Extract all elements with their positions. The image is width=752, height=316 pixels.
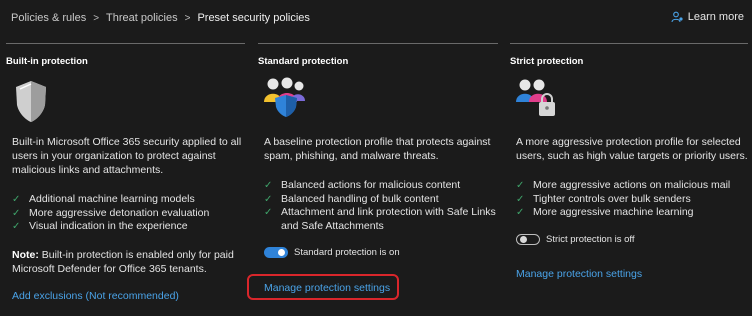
list-item: ✓ Visual indication in the experience	[12, 220, 188, 232]
card-title: Standard protection	[258, 56, 349, 67]
card-title: Built-in protection	[6, 56, 88, 67]
checkmark-icon: ✓	[516, 207, 525, 218]
learn-more-link[interactable]: Learn more	[671, 11, 744, 23]
breadcrumb-preset-security-policies: Preset security policies	[197, 12, 310, 24]
users-lock-icon	[516, 79, 555, 116]
list-item: ✓ Balanced handling of bulk content	[264, 192, 439, 205]
list-item: ✓ Attachment and link protection with Saf…	[264, 206, 496, 232]
breadcrumb-policies-rules[interactable]: Policies & rules	[11, 12, 86, 24]
toggle-label: Strict protection is off	[546, 234, 635, 245]
note-label: Note:	[12, 249, 39, 261]
standard-description: A baseline protection profile that prote…	[264, 136, 491, 162]
checkmark-icon: ✓	[264, 193, 273, 205]
standard-protection-card: Standard protection	[258, 43, 498, 67]
shield-icon	[16, 81, 46, 122]
built-in-description: Built-in Microsoft Office 365 security a…	[12, 136, 242, 176]
divider	[258, 43, 498, 44]
list-item: ✓ More aggressive machine learning	[516, 206, 694, 218]
checkmark-icon: ✓	[264, 180, 273, 191]
built-in-protection-card: Built-in protection	[6, 43, 245, 67]
list-item: ✓ Additional machine learning models	[12, 193, 195, 205]
toggle-knob	[278, 249, 285, 256]
checkmark-icon: ✓	[12, 221, 21, 232]
breadcrumb: Policies & rules > Threat policies > Pre…	[11, 10, 310, 26]
divider	[510, 43, 748, 44]
checkmark-icon: ✓	[12, 207, 21, 219]
strict-protection-toggle[interactable]	[516, 234, 540, 245]
person-help-icon	[671, 11, 683, 23]
divider	[6, 43, 245, 44]
toggle-label: Standard protection is on	[294, 247, 400, 258]
standard-protection-toggle[interactable]	[264, 247, 288, 258]
card-title: Strict protection	[510, 56, 584, 67]
list-item: ✓ Balanced actions for malicious content	[264, 179, 461, 191]
list-item: ✓ More aggressive actions on malicious ma…	[516, 179, 731, 191]
strict-description: A more aggressive protection profile for…	[516, 136, 748, 162]
toggle-knob	[520, 236, 527, 243]
checkmark-icon: ✓	[516, 180, 525, 191]
checkmark-icon: ✓	[264, 207, 273, 218]
learn-more-label: Learn more	[687, 11, 744, 23]
chevron-right-icon: >	[184, 12, 191, 24]
manage-protection-settings-link[interactable]: Manage protection settings	[516, 268, 642, 280]
checkmark-icon: ✓	[12, 194, 21, 205]
breadcrumb-threat-policies[interactable]: Threat policies	[106, 12, 178, 24]
manage-protection-settings-link[interactable]: Manage protection settings	[264, 282, 390, 294]
standard-feature-list: ✓ Balanced actions for malicious content …	[264, 179, 504, 233]
note-text: Built-in protection is enabled only for …	[12, 249, 234, 275]
built-in-feature-list: ✓ Additional machine learning models ✓ Mor…	[12, 193, 244, 234]
chevron-right-icon: >	[93, 12, 100, 24]
list-item: ✓ Tighter controls over bulk senders	[516, 192, 691, 205]
list-item: ✓ More aggressive detonation evaluation	[12, 206, 210, 219]
strict-protection-toggle-row: Strict protection is off	[516, 234, 635, 245]
checkmark-icon: ✓	[516, 193, 525, 205]
strict-feature-list: ✓ More aggressive actions on malicious ma…	[516, 179, 752, 220]
strict-protection-card: Strict protection	[510, 43, 748, 67]
standard-protection-toggle-row: Standard protection is on	[264, 247, 400, 258]
users-shield-icon	[264, 77, 305, 117]
built-in-note: Note: Built-in protection is enabled onl…	[12, 248, 244, 276]
add-exclusions-link[interactable]: Add exclusions (Not recommended)	[12, 290, 179, 302]
